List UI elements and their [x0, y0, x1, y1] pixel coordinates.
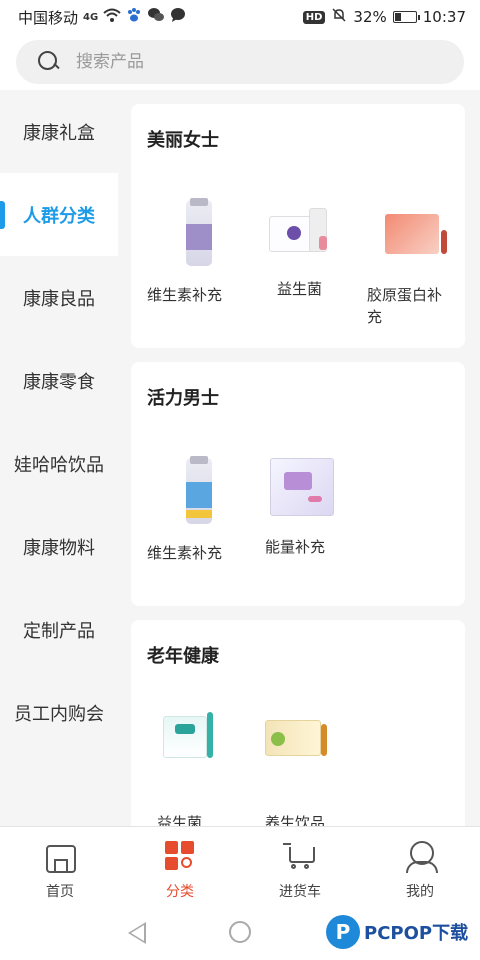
cart-icon[interactable] [283, 839, 317, 873]
status-bar: 中国移动 4G HD 32% 10:37 [0, 0, 480, 34]
sidebar-item-crowd-category[interactable]: 人群分类 [0, 173, 118, 256]
sidebar-item-label: 人群分类 [23, 205, 95, 227]
section-title: 美丽女士 [147, 130, 219, 151]
watermark: P PCPOP下载 [326, 910, 468, 954]
collagen-box-icon[interactable] [377, 196, 457, 270]
wechat-icon [147, 7, 165, 27]
sidebar-item-label: 康康礼盒 [23, 122, 95, 144]
sidebar-item-label: 员工内购会 [14, 703, 104, 725]
section-card: 老年健康 益生菌 养生饮品 [131, 620, 465, 826]
wifi-icon [103, 8, 121, 26]
nav-label: 首页 [46, 884, 74, 900]
search-bar [0, 34, 480, 90]
sidebar-item-kangkang-materials[interactable]: 康康物料 [0, 505, 118, 588]
vitamin-bottle-blue-icon[interactable] [160, 454, 234, 528]
product-name: 维生素补充 [147, 544, 223, 562]
product-item[interactable]: 维生素补充 [147, 196, 247, 306]
nav-home[interactable]: 首页 [0, 827, 120, 910]
nav-category[interactable]: 分类 [120, 827, 240, 910]
energy-box-icon[interactable] [270, 454, 360, 528]
product-name: 胶原蛋白补充 [367, 286, 443, 326]
section-card: 美丽女士 维生素补充 益生菌 胶原蛋白补充 [131, 104, 465, 348]
clock: 10:37 [422, 8, 466, 26]
profile-icon[interactable] [403, 839, 438, 873]
product-name: 益生菌 [157, 814, 203, 826]
nav-label: 进货车 [279, 884, 321, 900]
vitamin-bottle-purple-icon[interactable] [160, 196, 234, 270]
pcpop-logo-icon: P [326, 915, 360, 949]
product-item[interactable]: 胶原蛋白补充 [367, 196, 467, 328]
sidebar-item-custom-products[interactable]: 定制产品 [0, 588, 118, 671]
section-title: 老年健康 [147, 646, 219, 667]
product-item[interactable]: 益生菌 [157, 712, 257, 826]
network-type: 4G [83, 11, 99, 23]
message-icon [170, 7, 186, 27]
search-box[interactable] [16, 40, 464, 84]
battery-percent: 32% [353, 8, 387, 26]
sidebar-item-label: 康康良品 [23, 288, 95, 310]
probiotic-box-teal-icon[interactable] [157, 712, 221, 786]
sidebar-item-kangkang-gift-box[interactable]: 康康礼盒 [0, 90, 118, 173]
sidebar-item-kangkang-snacks[interactable]: 康康零食 [0, 339, 118, 422]
product-item[interactable]: 维生素补充 [147, 454, 247, 564]
nav-profile[interactable]: 我的 [360, 827, 480, 910]
product-name: 益生菌 [277, 280, 323, 298]
sidebar-item-label: 康康零食 [23, 371, 95, 393]
battery-icon [392, 11, 420, 23]
product-item[interactable]: 能量补充 [265, 454, 365, 558]
category-icon[interactable] [163, 839, 197, 873]
bottom-nav: 首页 分类 进货车 我的 [0, 826, 480, 910]
category-content: 美丽女士 维生素补充 益生菌 胶原蛋白补充 活力男士 维生素补充 能量补充 老年… [118, 90, 480, 826]
search-input[interactable] [76, 52, 376, 72]
sidebar-item-label: 定制产品 [23, 620, 95, 642]
paw-icon [126, 7, 142, 27]
sidebar-item-wahaha-drinks[interactable]: 娃哈哈饮品 [0, 422, 118, 505]
search-icon[interactable] [38, 51, 60, 73]
watermark-text: PCPOP下载 [364, 923, 469, 944]
nav-cart[interactable]: 进货车 [240, 827, 360, 910]
sidebar-item-label: 康康物料 [23, 537, 95, 559]
nav-label: 我的 [406, 884, 434, 900]
hd-badge: HD [302, 10, 326, 24]
back-icon[interactable] [128, 922, 146, 944]
sidebar-item-employee-purchase[interactable]: 员工内购会 [0, 671, 118, 754]
product-item[interactable]: 益生菌 [257, 196, 357, 300]
system-nav-bar: P PCPOP下载 [0, 910, 480, 960]
product-name: 维生素补充 [147, 286, 223, 304]
home-circle-icon[interactable] [229, 921, 251, 943]
product-item[interactable]: 养生饮品 [265, 712, 365, 826]
mute-bell-icon [331, 7, 347, 27]
section-card: 活力男士 维生素补充 能量补充 [131, 362, 465, 606]
home-icon[interactable] [43, 839, 77, 873]
health-drink-box-icon[interactable] [265, 712, 335, 786]
carrier-name: 中国移动 [18, 8, 79, 27]
product-name: 养生饮品 [265, 814, 326, 826]
section-title: 活力男士 [147, 388, 219, 409]
sidebar-item-kangkang-goods[interactable]: 康康良品 [0, 256, 118, 339]
category-sidebar: 康康礼盒 人群分类 康康良品 康康零食 娃哈哈饮品 康康物料 定制产品 员工内购… [0, 90, 118, 826]
sidebar-item-label: 娃哈哈饮品 [14, 454, 104, 476]
product-name: 能量补充 [265, 538, 326, 556]
probiotic-box-icon[interactable] [257, 196, 357, 270]
nav-label: 分类 [166, 884, 194, 900]
